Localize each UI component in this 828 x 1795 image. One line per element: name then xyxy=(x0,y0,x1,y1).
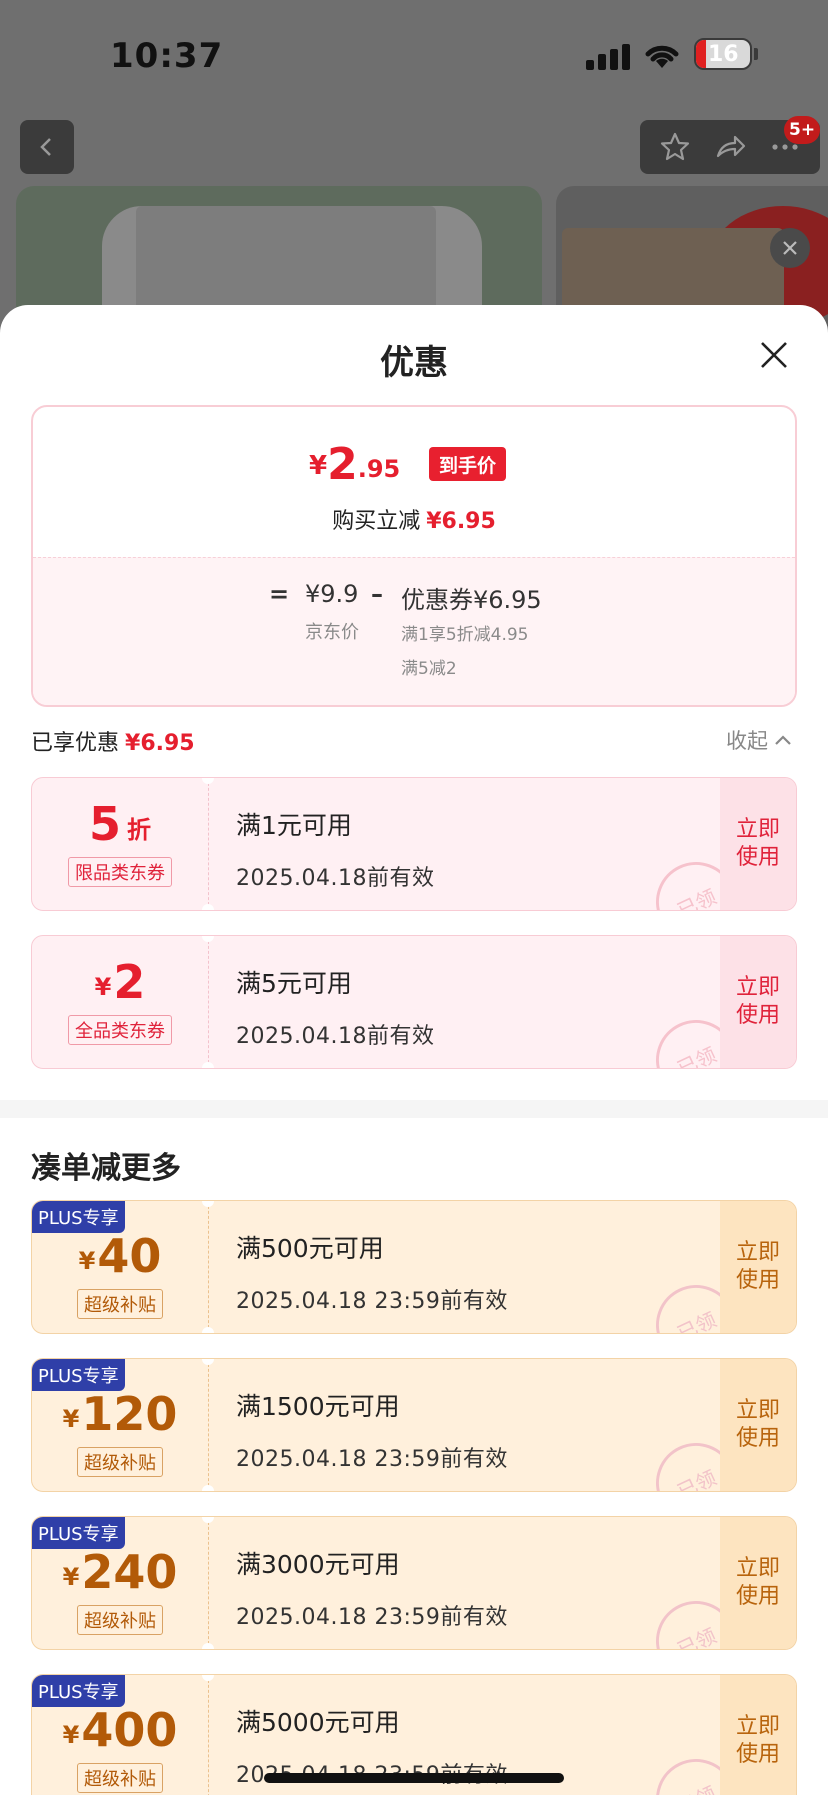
use-now-button[interactable]: 立即 使用 xyxy=(720,1359,796,1491)
coupon-type: 全品类东券 xyxy=(68,1015,172,1045)
enjoyed-discount: 已享优惠 ¥6.95 xyxy=(31,731,195,756)
coupon-type: 超级补贴 xyxy=(77,1289,163,1319)
coupon-expiry: 2025.04.18 23:59前有效 xyxy=(236,1289,508,1314)
coupon-condition: 满1500元可用 xyxy=(236,1392,400,1421)
battery-tip xyxy=(754,48,758,60)
coupon-condition: 满5元可用 xyxy=(236,969,352,998)
final-price: ¥ 2 .95 xyxy=(309,439,401,490)
coupon-detail: 满1享5折减4.95 xyxy=(401,625,529,645)
coupon-condition: 满3000元可用 xyxy=(236,1550,400,1579)
price-breakdown: = ¥9.9 京东价 – 优惠券¥6.95 满1享5折减4.95 满5减2 xyxy=(33,557,795,705)
coupon-type: 限品类东券 xyxy=(68,857,172,887)
close-icon xyxy=(783,241,797,255)
coupon-condition: 满5000元可用 xyxy=(236,1708,400,1737)
back-button[interactable] xyxy=(20,120,74,174)
battery-level: 16 xyxy=(708,42,739,67)
price-summary: ¥ 2 .95 到手价 购买立减 ¥6.95 = ¥9.9 京东价 – 优惠券¥6… xyxy=(31,405,797,707)
plus-coupon-card: PLUS专享 ¥ 120 超级补贴 满1500元可用 2025.04.18 23… xyxy=(31,1358,797,1492)
wifi-icon xyxy=(645,45,679,68)
coupon-value: ¥ 40 xyxy=(78,1229,162,1283)
coupon-value: ¥ 240 xyxy=(62,1545,178,1599)
coupon-card: ¥ 2 全品类东券 满5元可用 2025.04.18前有效 已领 立即 使用 xyxy=(31,935,797,1069)
share-icon[interactable] xyxy=(713,130,747,164)
chevron-left-icon xyxy=(40,138,51,156)
cellular-signal-icon xyxy=(586,44,632,70)
coupon-value: 5 折 xyxy=(88,797,151,851)
star-icon[interactable] xyxy=(658,130,692,164)
coupon-expiry: 2025.04.18 23:59前有效 xyxy=(236,1605,508,1630)
status-time: 10:37 xyxy=(110,36,224,76)
use-now-button[interactable]: 立即 使用 xyxy=(720,936,796,1068)
sheet-title: 优惠 xyxy=(380,343,448,383)
close-icon[interactable] xyxy=(756,337,792,373)
use-now-button[interactable]: 立即 使用 xyxy=(720,1675,796,1795)
status-bar: 10:37 16 xyxy=(0,0,828,110)
use-now-button[interactable]: 立即 使用 xyxy=(720,1201,796,1333)
coupon-expiry: 2025.04.18前有效 xyxy=(236,866,435,891)
jd-price: ¥9.9 xyxy=(305,580,359,608)
floating-close-button[interactable] xyxy=(770,228,810,268)
coupon-total: 优惠券¥6.95 xyxy=(401,586,542,614)
coupon-detail: 满5减2 xyxy=(401,659,457,679)
coupon-value: ¥ 120 xyxy=(62,1387,178,1441)
coupon-condition: 满1元可用 xyxy=(236,811,352,840)
coupon-expiry: 2025.04.18 23:59前有效 xyxy=(236,1447,508,1472)
use-now-button[interactable]: 立即 使用 xyxy=(720,778,796,910)
section-divider xyxy=(0,1100,828,1118)
jd-price-label: 京东价 xyxy=(305,622,359,643)
plus-coupon-card: PLUS专享 ¥ 40 超级补贴 满500元可用 2025.04.18 23:5… xyxy=(31,1200,797,1334)
coupon-expiry: 2025.04.18前有效 xyxy=(236,1024,435,1049)
coupon-card: 5 折 限品类东券 满1元可用 2025.04.18前有效 已领 立即 使用 xyxy=(31,777,797,911)
coupon-value: ¥ 400 xyxy=(62,1703,178,1757)
coupon-value: ¥ 2 xyxy=(94,955,146,1009)
use-now-button[interactable]: 立即 使用 xyxy=(720,1517,796,1649)
discount-sheet: 优惠 ¥ 2 .95 到手价 购买立减 ¥6.95 = ¥9.9 京东价 – 优惠… xyxy=(0,305,828,1795)
coupon-type: 超级补贴 xyxy=(77,1763,163,1793)
coupon-type: 超级补贴 xyxy=(77,1447,163,1477)
message-badge: 5+ xyxy=(784,116,821,144)
plus-coupon-card: PLUS专享 ¥ 240 超级补贴 满3000元可用 2025.04.18 23… xyxy=(31,1516,797,1650)
collapse-toggle[interactable]: 收起 xyxy=(726,725,792,755)
battery-icon: 16 xyxy=(694,38,752,70)
coupon-type: 超级补贴 xyxy=(77,1605,163,1635)
instant-discount: 购买立减 ¥6.95 xyxy=(332,509,496,534)
home-indicator[interactable] xyxy=(264,1773,564,1783)
chevron-up-icon xyxy=(775,735,791,745)
coupon-condition: 满500元可用 xyxy=(236,1234,384,1263)
final-price-tag: 到手价 xyxy=(429,447,507,481)
section-title: 凑单减更多 xyxy=(31,1151,181,1186)
